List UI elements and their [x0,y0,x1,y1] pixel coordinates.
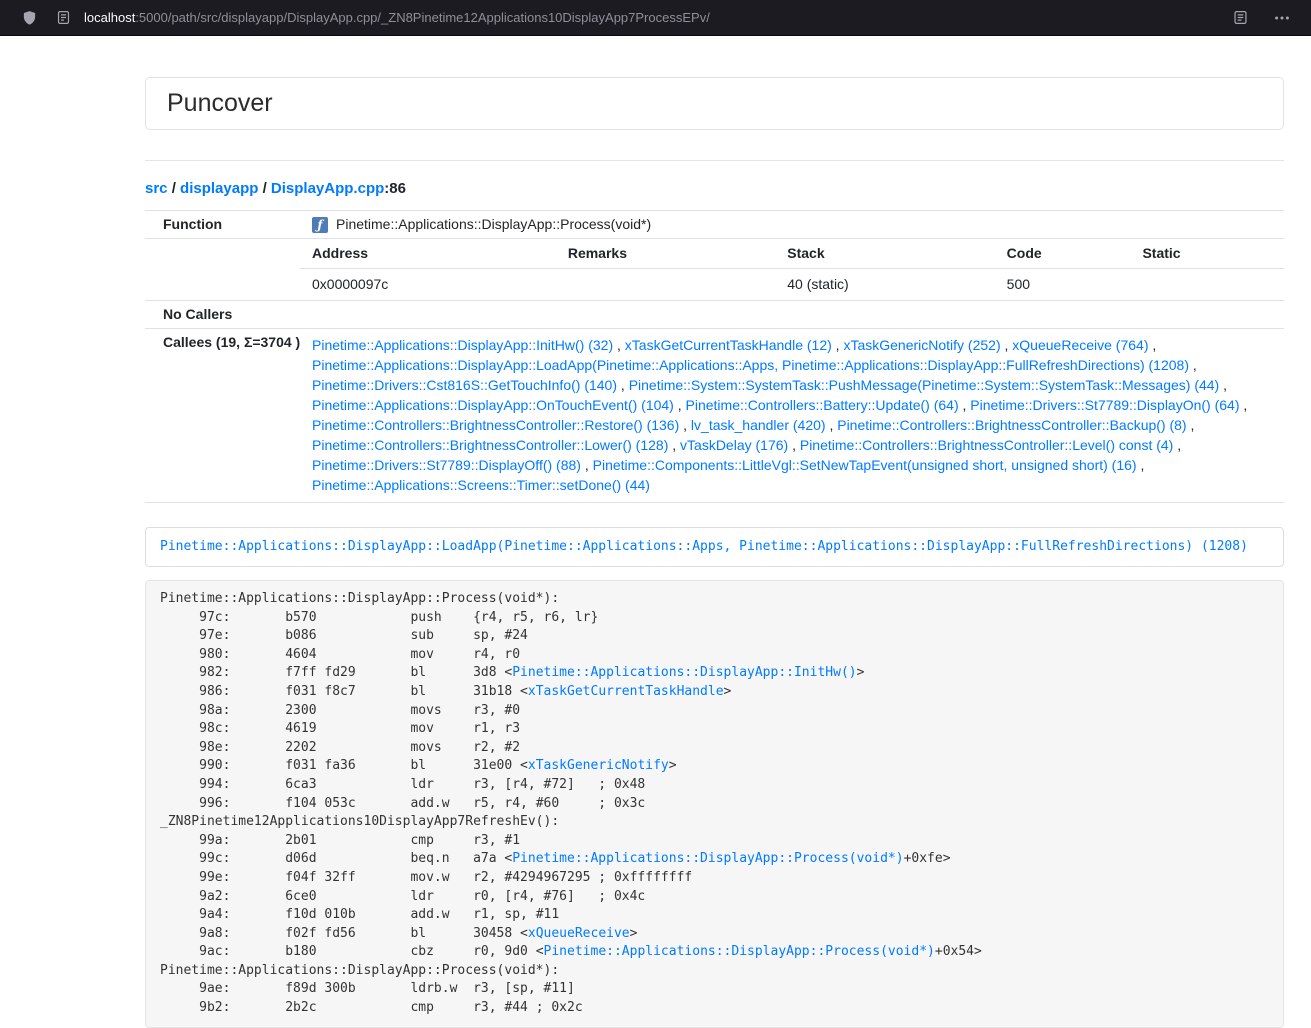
callee-link[interactable]: Pinetime::Applications::DisplayApp::Load… [312,357,1189,373]
callee-link[interactable]: Pinetime::Controllers::BrightnessControl… [837,417,1186,433]
toolbar-actions [1227,5,1295,31]
breadcrumb-link[interactable]: DisplayApp.cpp [271,180,384,197]
callee-link[interactable]: lv_task_handler (420) [691,417,826,433]
col-remarks: Remarks [556,239,775,269]
col-code: Code [995,239,1131,269]
symbol-info-table: Function ƒ Pinetime::Applications::Displ… [145,210,1284,503]
breadcrumb-separator: / [168,180,181,197]
callee-link[interactable]: Pinetime::Controllers::BrightnessControl… [312,417,679,433]
cell-static [1130,269,1284,301]
callee-link[interactable]: Pinetime::Drivers::Cst816S::GetTouchInfo… [312,377,617,393]
callees-label: Callees (19, Σ=3704 ) [145,329,300,502]
url-area: localhost:5000/path/src/displayapp/Displ… [16,0,1227,36]
col-static: Static [1130,239,1284,269]
table-row: 0x0000097c 40 (static) 500 [300,269,1284,301]
callee-link[interactable]: Pinetime::System::SystemTask::PushMessag… [629,377,1220,393]
code-symbol-link[interactable]: xQueueReceive [528,926,630,941]
breadcrumb-line-number: :86 [384,180,406,197]
callee-link[interactable]: Pinetime::Drivers::St7789::DisplayOn() (… [970,397,1239,413]
function-row: Function ƒ Pinetime::Applications::Displ… [145,210,1284,238]
breadcrumb-separator: / [258,180,271,197]
callee-link[interactable]: vTaskDelay (176) [680,437,788,453]
shield-icon[interactable] [16,5,42,31]
no-callers-label: No Callers [145,301,300,328]
callee-link[interactable]: Pinetime::Controllers::Battery::Update()… [686,397,959,413]
callee-link[interactable]: Pinetime::Applications::Screens::Timer::… [312,477,650,493]
stats-header-row: Address Remarks Stack Code Static [300,239,1284,269]
page-title: Puncover [167,89,273,117]
disassembly: Pinetime::Applications::DisplayApp::Proc… [145,580,1284,1028]
code-symbol-link[interactable]: xTaskGetCurrentTaskHandle [528,684,724,699]
cell-address: 0x0000097c [300,269,556,301]
callees-row: Callees (19, Σ=3704 ) Pinetime::Applicat… [145,328,1284,502]
callee-link[interactable]: Pinetime::Applications::DisplayApp::Init… [312,337,613,353]
browser-chrome: localhost:5000/path/src/displayapp/Displ… [0,0,1311,36]
callee-link[interactable]: Pinetime::Drivers::St7789::DisplayOff() … [312,457,581,473]
breadcrumb-link[interactable]: src [145,180,168,197]
code-symbol-link[interactable]: Pinetime::Applications::DisplayApp::Init… [512,665,856,680]
code-symbol-link[interactable]: Pinetime::Applications::DisplayApp::Proc… [544,944,935,959]
divider [145,160,1284,161]
cell-code: 500 [995,269,1131,301]
url-host: localhost [84,10,135,25]
callee-link[interactable]: Pinetime::Applications::DisplayApp::OnTo… [312,397,674,413]
no-callers-row: No Callers [145,300,1284,328]
reader-mode-icon[interactable] [1227,5,1253,31]
app-header: Puncover [145,77,1284,130]
page-content: Puncover src / displayapp / DisplayApp.c… [145,77,1284,1028]
code-symbol-link[interactable]: Pinetime::Applications::DisplayApp::Proc… [512,851,903,866]
breadcrumb: src / displayapp / DisplayApp.cpp:86 [145,180,1284,197]
col-stack: Stack [775,239,994,269]
code-symbol-link[interactable]: xTaskGenericNotify [528,758,669,773]
callee-link[interactable]: Pinetime::Components::LittleVgl::SetNewT… [593,457,1137,473]
cell-remarks [556,269,775,301]
callee-link[interactable]: xQueueReceive (764) [1012,337,1148,353]
function-icon: ƒ [312,217,328,233]
loadapp-symbol-link[interactable]: Pinetime::Applications::DisplayApp::Load… [145,527,1284,567]
url-bar[interactable]: localhost:5000/path/src/displayapp/Displ… [84,0,1227,36]
stats-table: Address Remarks Stack Code Static 0x0000… [300,239,1284,300]
page-icon[interactable] [50,5,76,31]
callee-link[interactable]: Pinetime::Controllers::BrightnessControl… [800,437,1173,453]
menu-icon[interactable] [1269,5,1295,31]
function-label: Function [145,211,300,238]
col-address: Address [300,239,556,269]
stats-row: Address Remarks Stack Code Static 0x0000… [145,238,1284,300]
callee-link[interactable]: Pinetime::Controllers::BrightnessControl… [312,437,668,453]
callee-link[interactable]: xTaskGetCurrentTaskHandle (12) [625,337,832,353]
function-name: Pinetime::Applications::DisplayApp::Proc… [336,216,651,233]
breadcrumb-link[interactable]: displayapp [180,180,258,197]
callees-list: Pinetime::Applications::DisplayApp::Init… [300,329,1284,502]
url-path: :5000/path/src/displayapp/DisplayApp.cpp… [135,10,710,25]
cell-stack: 40 (static) [775,269,994,301]
callee-link[interactable]: xTaskGenericNotify (252) [843,337,1000,353]
